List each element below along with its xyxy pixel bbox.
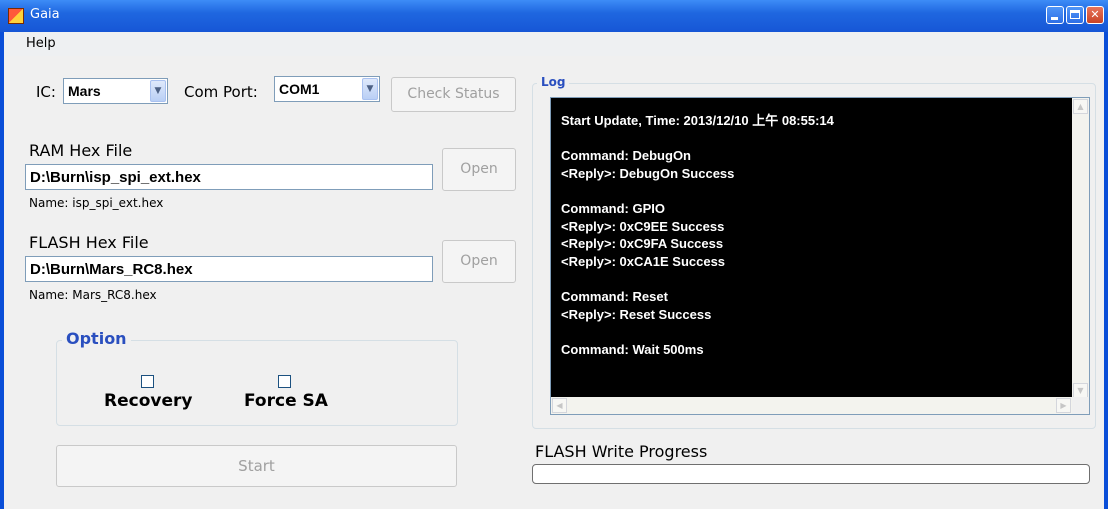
start-button[interactable]: Start [56,445,457,487]
log-line: <Reply>: Reset Success [561,306,712,322]
recovery-checkbox[interactable] [141,375,154,388]
ram-hex-label: RAM Hex File [29,141,133,160]
com-port-label: Com Port: [184,83,258,101]
menu-help[interactable]: Help [26,36,56,51]
minimize-icon [1051,17,1058,20]
flash-progress-bar [532,464,1090,484]
log-line: Command: Wait 500ms [561,341,704,357]
close-icon: ✕ [1090,8,1100,21]
ic-select-value: Mars [68,83,101,99]
option-group: Option [56,329,458,426]
log-line: <Reply>: 0xCA1E Success [561,253,726,269]
log-group-title: Log [537,75,570,89]
maximize-icon [1070,10,1080,19]
maximize-button[interactable] [1066,6,1084,24]
scroll-left-icon[interactable]: ◀ [552,398,567,413]
chevron-down-icon[interactable]: ▼ [362,78,378,100]
title-bar[interactable]: Gaia ✕ [0,0,1108,32]
scrollbar-corner [1072,397,1089,414]
log-line: Command: Reset [561,288,668,304]
flash-open-button[interactable]: Open [442,240,516,283]
flash-progress-label: FLASH Write Progress [535,442,708,461]
log-line: <Reply>: DebugOn Success [561,165,735,181]
force-sa-checkbox[interactable] [278,375,291,388]
log-vertical-scrollbar[interactable]: ▲ ▼ [1072,98,1089,399]
app-icon [8,8,24,24]
app-window: Gaia ✕ Help IC: Mars ▼ Com Port: COM1 ▼ … [0,0,1108,509]
window-title: Gaia [30,7,60,22]
log-line: Command: GPIO [561,200,666,216]
log-line: Command: DebugOn [561,148,691,164]
com-port-select[interactable]: COM1 ▼ [274,76,380,102]
option-group-title: Option [62,329,131,348]
minimize-button[interactable] [1046,6,1064,24]
chevron-down-icon[interactable]: ▼ [150,80,166,102]
flash-hex-path-value: D:\Burn\Mars_RC8.hex [30,261,193,278]
close-button[interactable]: ✕ [1086,6,1104,24]
ram-file-name: Name: isp_spi_ext.hex [29,196,164,210]
log-horizontal-scrollbar[interactable]: ◀ ▶ [551,397,1072,414]
ic-select[interactable]: Mars ▼ [63,78,168,104]
log-output[interactable]: Start Update, Time: 2013/12/10 上午 08:55:… [550,97,1090,415]
log-line: <Reply>: 0xC9FA Success [561,236,724,252]
force-sa-label[interactable]: Force SA [244,391,328,411]
menu-bar: Help [4,32,1104,56]
scroll-down-icon[interactable]: ▼ [1073,383,1088,398]
com-port-select-value: COM1 [279,81,320,97]
flash-hex-label: FLASH Hex File [29,233,149,252]
ram-open-button[interactable]: Open [442,148,516,191]
scroll-up-icon[interactable]: ▲ [1073,99,1088,114]
ram-hex-path-input[interactable]: D:\Burn\isp_spi_ext.hex [25,164,433,190]
log-lines: Start Update, Time: 2013/12/10 上午 08:55:… [561,112,1071,358]
ram-hex-path-value: D:\Burn\isp_spi_ext.hex [30,169,201,186]
scroll-right-icon[interactable]: ▶ [1056,398,1071,413]
flash-file-name: Name: Mars_RC8.hex [29,288,157,302]
ic-label: IC: [36,83,56,101]
log-line: Start Update, Time: 2013/12/10 上午 08:55:… [561,113,834,128]
log-line: <Reply>: 0xC9EE Success [561,218,725,234]
client-area: IC: Mars ▼ Com Port: COM1 ▼ Check Status… [4,56,1104,509]
flash-hex-path-input[interactable]: D:\Burn\Mars_RC8.hex [25,256,433,282]
check-status-button[interactable]: Check Status [391,77,516,112]
recovery-label[interactable]: Recovery [104,391,192,411]
